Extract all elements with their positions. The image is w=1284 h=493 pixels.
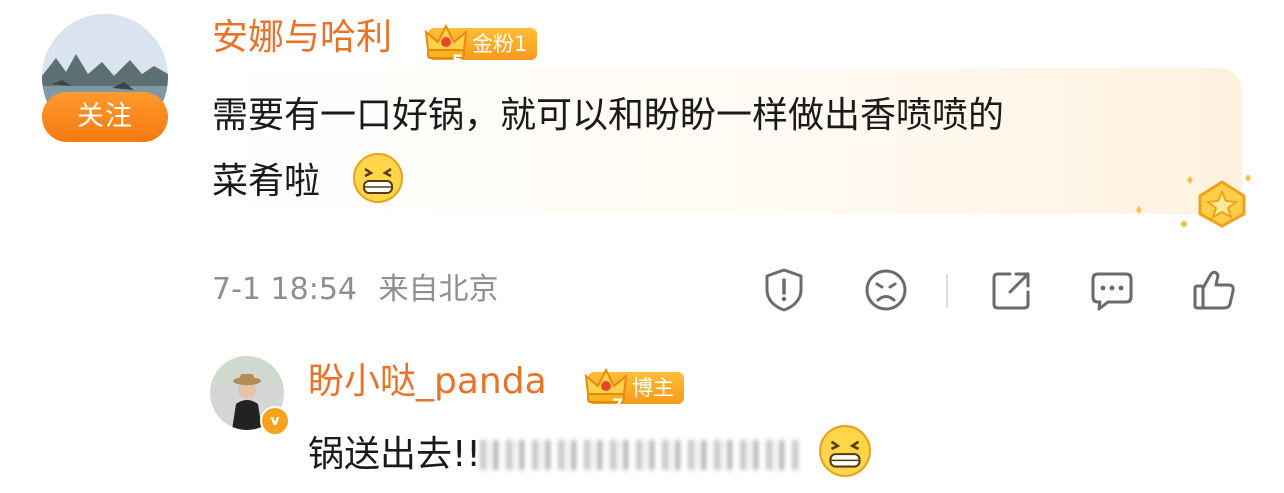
grin-emoji-icon — [353, 153, 403, 203]
reply-text: 锅送出去!! — [308, 434, 481, 475]
badge-level: 7 — [612, 395, 623, 412]
redacted-text — [480, 440, 800, 470]
comment-icon[interactable] — [1088, 266, 1136, 314]
crown-icon: 7 — [584, 367, 628, 412]
grin-emoji-icon — [819, 425, 871, 477]
comment-username[interactable]: 安娜与哈利 — [212, 16, 392, 60]
comment-text-line1: 需要有一口好锅，就可以和盼盼一样做出香喷喷的 — [212, 95, 1005, 136]
reply-username[interactable]: 盼小哒_panda — [308, 360, 547, 404]
like-icon[interactable] — [1190, 266, 1238, 314]
location: 来自北京 — [378, 272, 499, 307]
comment-text-line2: 菜肴啦 — [212, 161, 321, 202]
crown-icon: 5 — [424, 23, 468, 68]
comment-meta: 7-1 18:54 来自北京 — [212, 270, 499, 310]
share-icon[interactable] — [988, 266, 1036, 314]
star-medal-icon — [1136, 174, 1251, 228]
verified-icon: v — [260, 406, 290, 436]
dislike-icon[interactable] — [862, 266, 910, 314]
report-icon[interactable] — [760, 266, 808, 314]
badge-level: 5 — [452, 51, 463, 68]
action-divider — [946, 274, 948, 308]
follow-button[interactable]: 关注 — [42, 92, 168, 142]
timestamp: 7-1 18:54 — [212, 272, 357, 307]
